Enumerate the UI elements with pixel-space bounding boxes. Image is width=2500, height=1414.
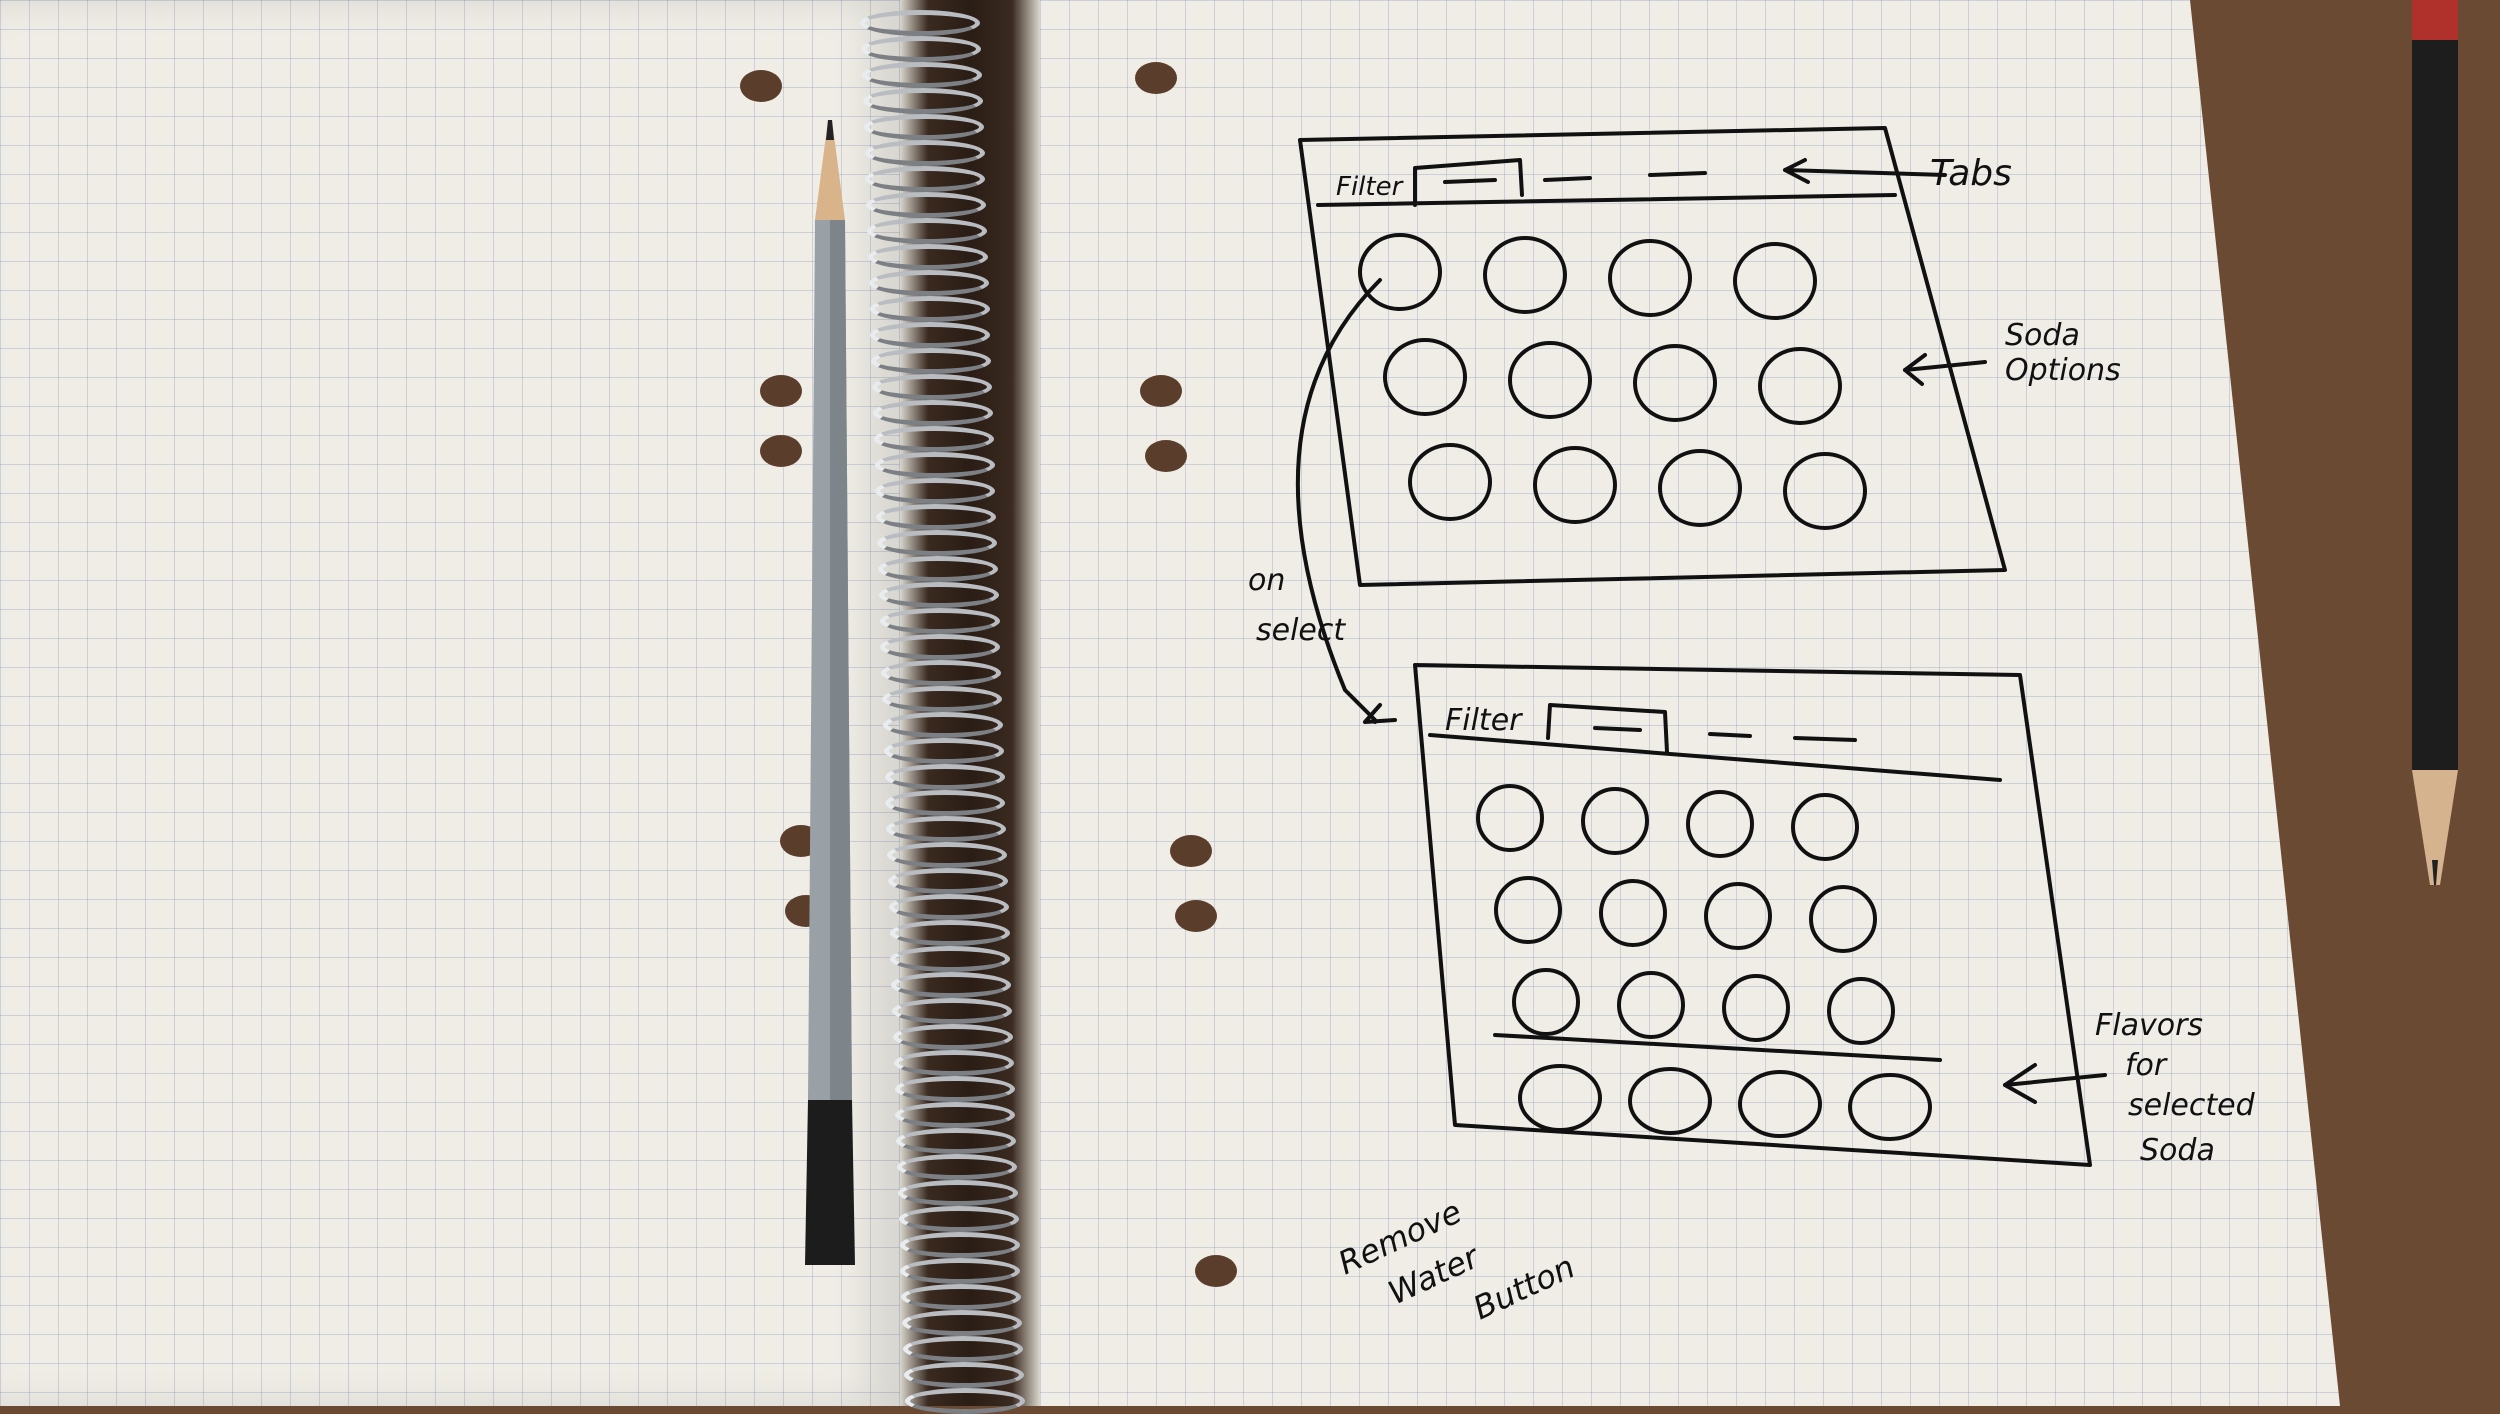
soda-option-bubble xyxy=(1483,236,1567,314)
annotation-select: select xyxy=(1256,613,1346,648)
annotation-selected: selected xyxy=(2128,1088,2256,1123)
wireframe-soda-options: Filter xyxy=(1298,126,2007,587)
annotation-for: for xyxy=(2125,1048,2168,1083)
soda-option-bubble xyxy=(1599,879,1667,947)
flavors-arrow-icon xyxy=(2003,1063,2107,1104)
soda-option-bubble xyxy=(1827,977,1895,1045)
soda-option-bubble xyxy=(1476,784,1544,852)
soda-option-bubble xyxy=(1791,793,1859,861)
soda-option-bubble xyxy=(1809,885,1877,953)
soda-option-bubble xyxy=(1658,449,1742,527)
ui-sketch: Filter Filter Tabs Soda Options on selec… xyxy=(1248,126,2256,1328)
screen1-frame xyxy=(1298,126,2007,587)
notebook-scene: Filter Filter Tabs Soda Options on selec… xyxy=(0,0,2500,1414)
annotation-soda: Soda xyxy=(2005,318,2080,353)
screen2-tab-underline xyxy=(1428,733,2002,782)
soda-option-bubble xyxy=(1533,446,1617,524)
annotation-soda-2: Soda xyxy=(2140,1133,2215,1168)
soda-option-bubble xyxy=(1783,452,1867,530)
soda-option-bubble xyxy=(1494,876,1562,944)
screen2-filter-label: Filter xyxy=(1445,703,1523,738)
screen2-soda-bubbles xyxy=(1476,784,1895,1045)
soda-option-bubble xyxy=(1581,787,1649,855)
flavor-option-bubble xyxy=(1518,1064,1602,1132)
soda-option-bubble xyxy=(1722,974,1790,1042)
soda-option-bubble xyxy=(1408,443,1492,521)
annotation-tabs: Tabs xyxy=(1930,153,2012,194)
soda-options-arrow-icon xyxy=(1903,353,1987,386)
soda-option-bubble xyxy=(1608,239,1692,317)
wireframe-flavors: Filter xyxy=(1413,663,2092,1167)
screen1-tab-underline xyxy=(1316,193,1897,207)
screen2-flavor-bubbles xyxy=(1518,1064,1932,1141)
soda-option-bubble xyxy=(1758,347,1842,425)
annotation-options: Options xyxy=(2005,353,2121,388)
soda-option-bubble xyxy=(1512,968,1580,1036)
screen1-tab-dashes xyxy=(1443,171,1707,184)
on-select-arrow-icon xyxy=(1295,278,1382,724)
flavor-option-bubble xyxy=(1738,1070,1822,1138)
flavor-option-bubble xyxy=(1628,1067,1712,1135)
soda-option-bubble xyxy=(1383,338,1467,416)
soda-option-bubble xyxy=(1508,341,1592,419)
tabs-arrow-icon xyxy=(1783,158,1947,184)
soda-option-bubble xyxy=(1704,882,1772,950)
annotation-button: Button xyxy=(1467,1248,1580,1328)
screen2-tab-dashes xyxy=(1593,726,1857,742)
annotation-flavors: Flavors xyxy=(2095,1008,2203,1043)
annotation-on: on xyxy=(1248,563,1285,598)
screen1-soda-bubbles xyxy=(1358,233,1867,530)
soda-option-bubble xyxy=(1633,344,1717,422)
soda-option-bubble xyxy=(1686,790,1754,858)
soda-option-bubble xyxy=(1358,233,1442,311)
flavor-option-bubble xyxy=(1848,1073,1932,1141)
screen1-filter-label: Filter xyxy=(1336,172,1405,202)
soda-option-bubble xyxy=(1617,971,1685,1039)
soda-option-bubble xyxy=(1733,242,1817,320)
